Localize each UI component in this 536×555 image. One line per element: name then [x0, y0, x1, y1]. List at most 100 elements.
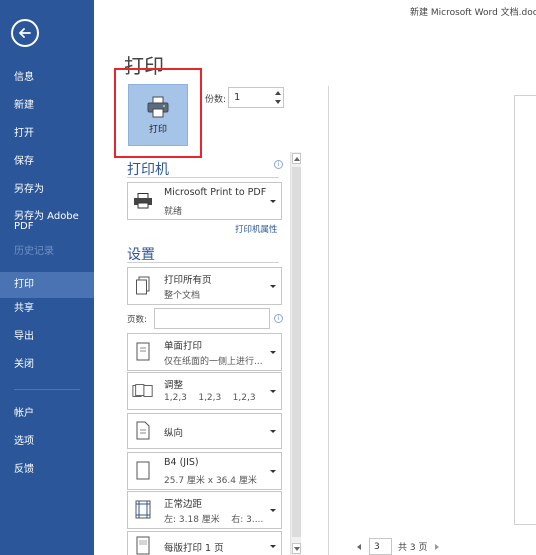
preview-divider — [328, 86, 329, 555]
printer-heading-line — [127, 177, 279, 178]
sidebar-separator — [14, 389, 80, 390]
sidebar-item-label: 另存为 — [14, 184, 44, 195]
margins-icon — [132, 499, 154, 521]
setting-dropdown-print-range[interactable]: 打印所有页 整个文档 — [127, 267, 282, 305]
next-page-icon[interactable] — [435, 543, 440, 550]
sidebar-item-close[interactable]: 关闭 — [0, 356, 94, 374]
setting-main-text: B4 (JIS) — [164, 457, 199, 468]
setting-dropdown-paper-size[interactable]: B4 (JIS) 25.7 厘米 x 36.4 厘米 — [127, 452, 282, 490]
settings-heading-line — [127, 262, 279, 263]
pages-per-sheet-icon — [132, 535, 154, 555]
sidebar-item-export[interactable]: 导出 — [0, 328, 94, 346]
scroll-down-icon — [293, 546, 300, 551]
sidebar-item-save[interactable]: 保存 — [0, 153, 94, 171]
sidebar-item-save-as-adobe[interactable]: 另存为 Adobe PDF — [0, 207, 94, 237]
sidebar-item-label: 帐户 — [14, 408, 34, 419]
printer-device-icon — [132, 190, 154, 212]
sidebar-item-save-as[interactable]: 另存为 — [0, 181, 94, 199]
print-preview-page — [514, 95, 536, 525]
sidebar-item-label: 新建 — [14, 100, 34, 111]
setting-main-text: 单面打印 — [164, 341, 203, 352]
chevron-down-icon — [270, 200, 276, 203]
sidebar-item-open[interactable]: 打开 — [0, 125, 94, 143]
printer-dropdown[interactable]: Microsoft Print to PDF 就绪 — [127, 182, 282, 220]
setting-dropdown-collate[interactable]: 调整 1,2,3 1,2,3 1,2,3 — [127, 372, 282, 410]
pages-label: 页数: — [127, 315, 147, 325]
sidebar-item-label: 共享 — [14, 303, 34, 314]
setting-main-text: 打印所有页 — [164, 275, 212, 286]
sidebar-item-account[interactable]: 帐户 — [0, 405, 94, 423]
printer-icon — [147, 96, 169, 117]
chevron-down-icon — [270, 390, 276, 393]
preview-pager: 共 3 页 — [357, 538, 440, 555]
printer-name: Microsoft Print to PDF — [164, 187, 267, 198]
info-icon[interactable]: i — [274, 160, 283, 169]
copies-increment-icon[interactable] — [274, 90, 281, 95]
back-button[interactable] — [11, 19, 39, 47]
copies-spinner — [272, 88, 283, 107]
back-arrow-icon — [19, 28, 31, 38]
print-button-label: 打印 — [148, 124, 167, 135]
sidebar-item-label: 保存 — [14, 156, 34, 167]
scroll-up-arrow[interactable] — [292, 153, 301, 164]
setting-dropdown-orientation[interactable]: 纵向 — [127, 413, 282, 449]
setting-sub-text: 仅在纸面的一侧上进行... — [164, 357, 263, 367]
setting-main-text: 每版打印 1 页 — [164, 543, 224, 554]
chevron-down-icon — [270, 509, 276, 512]
chevron-down-icon — [270, 430, 276, 433]
sidebar-item-label: 导出 — [14, 331, 34, 342]
pages-info-icon[interactable]: i — [274, 314, 283, 323]
setting-sub-text: 整个文档 — [164, 291, 201, 301]
sidebar-item-label: 打印 — [14, 279, 34, 290]
setting-main-text: 调整 — [164, 380, 184, 391]
setting-sub-text: 左: 3.18 厘米 右: 3.... — [164, 515, 264, 525]
sidebar-item-label: 反馈 — [14, 464, 34, 475]
pages-icon — [132, 275, 154, 297]
printer-properties-link[interactable]: 打印机属性 — [235, 223, 278, 235]
current-page-input[interactable] — [369, 538, 392, 555]
printer-heading: 打印机 — [127, 162, 169, 178]
window-title: 新建 Microsoft Word 文档.docx — [410, 8, 536, 18]
printer-status: 就绪 — [164, 207, 183, 217]
sidebar-item-print[interactable]: 打印 — [0, 272, 94, 298]
paper-size-icon — [132, 460, 154, 482]
copies-label: 份数: — [205, 95, 227, 105]
setting-dropdown-sides[interactable]: 单面打印仅在纸面的一侧上进行... — [127, 333, 282, 371]
settings-heading: 设置 — [127, 247, 155, 263]
previous-page-icon[interactable] — [357, 543, 361, 550]
sidebar-item-label: 历史记录 — [14, 246, 54, 257]
scroll-down-arrow[interactable] — [292, 543, 301, 554]
setting-main-text: 正常边距 — [164, 499, 203, 510]
single-side-icon — [132, 341, 154, 363]
sidebar-item-label: 关闭 — [14, 359, 34, 370]
settings-scrollbar[interactable] — [290, 152, 301, 555]
backstage-sidebar: 信息新建打开保存另存为另存为 Adobe PDF 历史记录打印共享导出关闭帐户选项… — [0, 0, 94, 555]
sidebar-item-feedback[interactable]: 反馈 — [0, 461, 94, 479]
scroll-thumb[interactable] — [292, 167, 301, 537]
setting-sub-text: 1,2,3 1,2,3 1,2,3 — [164, 393, 256, 403]
sidebar-item-label: 另存为 Adobe PDF — [14, 211, 79, 232]
pages-input[interactable] — [154, 308, 270, 329]
sidebar-item-label: 选项 — [14, 436, 34, 447]
sidebar-item-share[interactable]: 共享 — [0, 300, 94, 318]
sidebar-item-history: 历史记录 — [0, 243, 94, 261]
chevron-down-icon — [270, 470, 276, 473]
print-button[interactable]: 打印 — [128, 84, 188, 146]
sidebar-item-label: 打开 — [14, 128, 34, 139]
sidebar-item-new[interactable]: 新建 — [0, 97, 94, 115]
setting-dropdown-margins[interactable]: 正常边距左: 3.18 厘米 右: 3.... — [127, 491, 282, 529]
portrait-icon — [132, 420, 154, 442]
sidebar-item-options[interactable]: 选项 — [0, 433, 94, 451]
setting-main-text: 纵向 — [164, 428, 184, 439]
total-pages-label: 共 3 页 — [398, 543, 428, 553]
setting-dropdown-pages-per-sheet[interactable]: 每版打印 1 页 — [127, 531, 282, 555]
sidebar-item-label: 信息 — [14, 72, 34, 83]
setting-sub-text: 25.7 厘米 x 36.4 厘米 — [164, 476, 257, 486]
sidebar-item-info[interactable]: 信息 — [0, 69, 94, 87]
copies-decrement-icon[interactable] — [274, 100, 281, 105]
chevron-down-icon — [270, 545, 276, 548]
scroll-up-icon — [293, 156, 300, 161]
collate-icon — [132, 380, 154, 402]
chevron-down-icon — [270, 285, 276, 288]
chevron-down-icon — [270, 351, 276, 354]
